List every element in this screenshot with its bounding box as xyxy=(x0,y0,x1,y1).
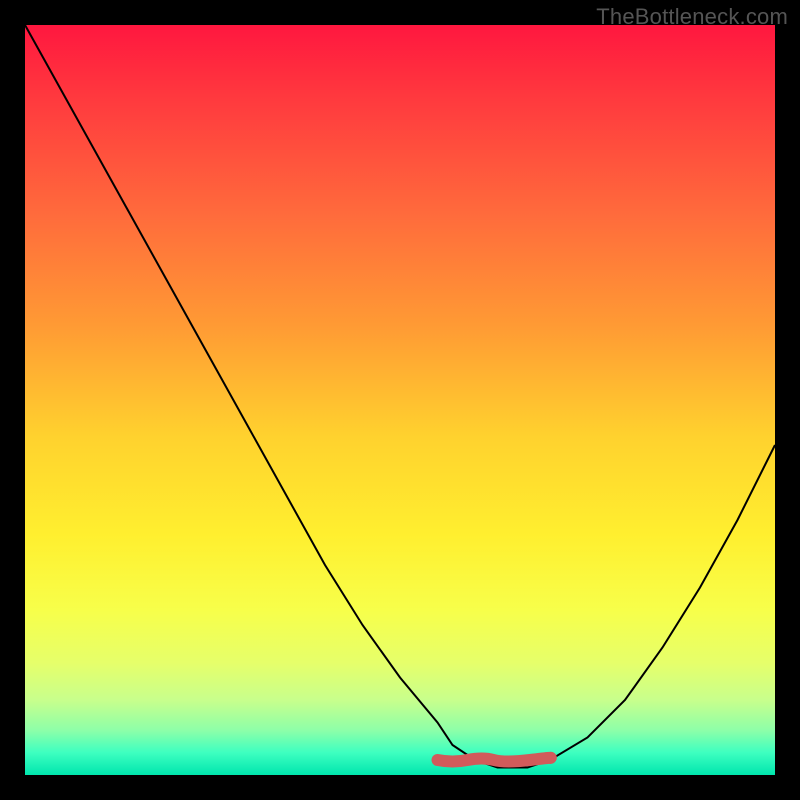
chart-frame: TheBottleneck.com xyxy=(0,0,800,800)
chart-overlay xyxy=(25,25,775,775)
watermark-text: TheBottleneck.com xyxy=(596,4,788,30)
bottleneck-curve xyxy=(25,25,775,768)
bottleneck-region-marker xyxy=(438,758,551,762)
